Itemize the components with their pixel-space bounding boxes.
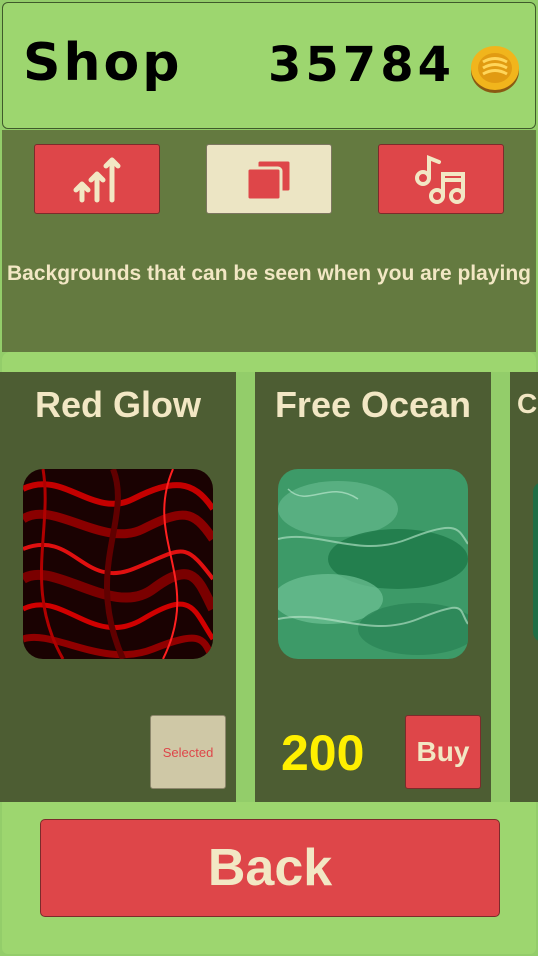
cards-shelf-top	[2, 352, 536, 374]
coin-balance: 35784	[268, 37, 455, 93]
bottom-bar: Back	[2, 802, 536, 954]
music-notes-icon	[415, 155, 465, 204]
selected-button[interactable]: Selected	[150, 715, 226, 789]
background-cards-scroller[interactable]: Red Glow Selected Free Ocean 200 Buy C	[0, 372, 538, 802]
gold-coin-icon	[471, 46, 519, 93]
card-preview-partial	[533, 482, 538, 642]
shop-header: Shop 35784	[2, 2, 536, 129]
background-card[interactable]: C	[510, 372, 538, 802]
background-card[interactable]: Free Ocean 200 Buy	[255, 372, 491, 802]
red-glow-preview	[23, 469, 213, 659]
category-description: Backgrounds that can be seen when you ar…	[7, 262, 531, 285]
tab-backgrounds[interactable]	[206, 144, 332, 214]
category-tabs-panel: Backgrounds that can be seen when you ar…	[2, 130, 536, 352]
shop-title: Shop	[23, 33, 183, 93]
tab-music[interactable]	[378, 144, 504, 214]
layers-icon	[245, 158, 293, 202]
back-button[interactable]: Back	[40, 819, 500, 917]
tab-upgrades[interactable]	[34, 144, 160, 214]
background-card[interactable]: Red Glow Selected	[0, 372, 236, 802]
arrows-up-icon	[73, 157, 121, 203]
card-title: Red Glow	[34, 384, 201, 425]
card-title: Free Ocean	[274, 384, 472, 425]
price-label: 200	[281, 725, 365, 781]
free-ocean-preview	[278, 469, 468, 659]
buy-button[interactable]: Buy	[405, 715, 481, 789]
card-title: C	[517, 388, 538, 419]
